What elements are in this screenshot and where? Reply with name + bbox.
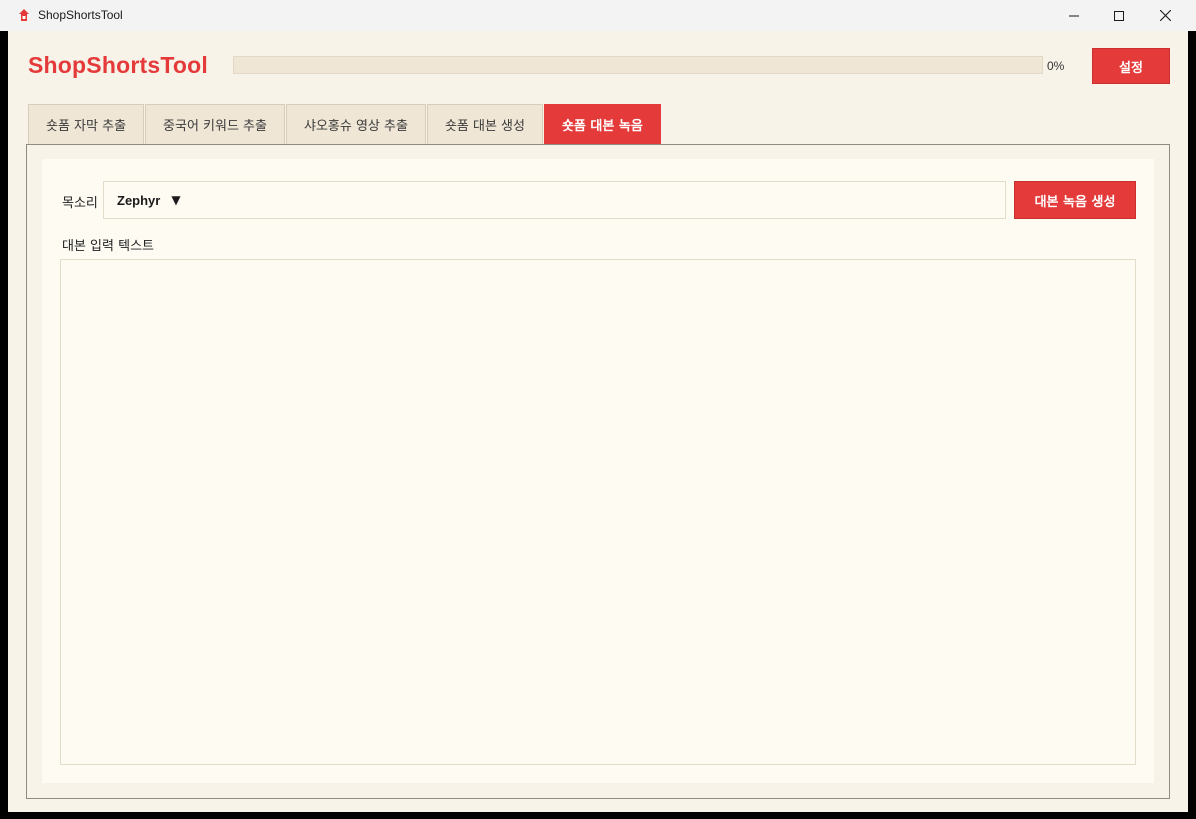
progress-bar (233, 56, 1043, 74)
tab-panel: 목소리 Zephyr ▼ 대본 녹음 생성 대본 입력 텍스트 (26, 144, 1170, 799)
close-button[interactable] (1142, 0, 1188, 31)
tab-script-generate[interactable]: 숏폼 대본 생성 (426, 104, 543, 144)
window-title: ShopShortsTool (38, 8, 123, 22)
voice-selected-value: Zephyr (117, 192, 161, 208)
tab-xiaohongshu-video[interactable]: 샤오홍슈 영상 추출 (285, 104, 426, 144)
minimize-icon (1069, 15, 1079, 16)
maximize-icon (1114, 10, 1124, 21)
close-icon (1159, 10, 1171, 21)
tab-subtitle-extract[interactable]: 숏폼 자막 추출 (28, 104, 145, 144)
script-text-label: 대본 입력 텍스트 (62, 239, 154, 254)
voice-select[interactable]: Zephyr ▼ (103, 181, 1006, 219)
tab-bar: 숏폼 자막 추출 중국어 키워드 추출 샤오홍슈 영상 추출 숏폼 대본 생성 … (28, 104, 662, 144)
app-window: ShopShortsTool ShopShortsTool 0% 설정 숏폼 자… (0, 0, 1196, 819)
dropdown-arrow-icon: ▼ (171, 193, 181, 207)
tab-chinese-keyword[interactable]: 중국어 키워드 추출 (145, 104, 285, 144)
recording-panel: 목소리 Zephyr ▼ 대본 녹음 생성 대본 입력 텍스트 (42, 159, 1154, 783)
app-content: ShopShortsTool 0% 설정 숏폼 자막 추출 중국어 키워드 추출… (8, 31, 1188, 812)
maximize-button[interactable] (1096, 0, 1142, 31)
app-brand-title: ShopShortsTool (28, 52, 208, 78)
settings-button[interactable]: 설정 (1092, 48, 1170, 84)
record-script-button[interactable]: 대본 녹음 생성 (1014, 181, 1136, 219)
tab-script-record[interactable]: 숏폼 대본 녹음 (543, 104, 661, 144)
progress-percent-text: 0% (1047, 59, 1065, 73)
app-logo-icon (19, 9, 29, 21)
script-text-input[interactable] (60, 259, 1136, 765)
voice-label: 목소리 (62, 196, 98, 211)
title-bar[interactable]: ShopShortsTool (0, 0, 1196, 31)
minimize-button[interactable] (1051, 0, 1097, 31)
